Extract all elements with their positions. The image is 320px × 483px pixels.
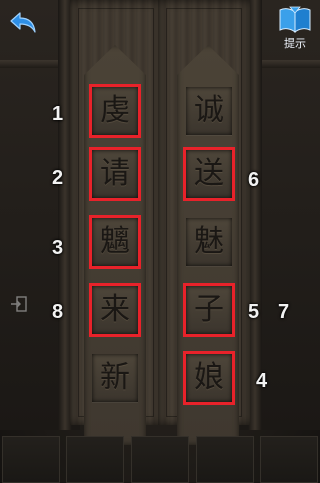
right-tile-4[interactable]: 子 <box>183 283 235 337</box>
book-icon <box>279 6 311 34</box>
left-tile-4[interactable]: 来 <box>89 283 141 337</box>
order-number: 6 <box>248 169 260 191</box>
answer-slot[interactable] <box>196 436 254 483</box>
tile-character: 娘 <box>194 360 224 395</box>
hint-label: 提示 <box>284 37 306 50</box>
hint-button[interactable]: 提示 <box>276 4 314 50</box>
answer-slot[interactable] <box>66 436 124 483</box>
right-tile-5[interactable]: 娘 <box>183 351 235 405</box>
tile-character: 新 <box>100 360 130 395</box>
back-arrow-icon <box>10 12 36 33</box>
right-tile-2[interactable]: 送 <box>183 147 235 201</box>
exit-door-icon <box>11 296 27 312</box>
order-number: 4 <box>256 370 268 392</box>
order-number: 3 <box>52 237 64 259</box>
order-number: 1 <box>52 103 64 125</box>
order-number: 2 <box>52 167 64 189</box>
answer-slot[interactable] <box>2 436 60 483</box>
tile-character: 来 <box>100 292 130 327</box>
answer-slot[interactable] <box>131 436 189 483</box>
tile-character: 子 <box>194 292 224 327</box>
order-number: 7 <box>278 301 290 323</box>
tile-character: 诚 <box>194 93 224 128</box>
tile-character: 魑 <box>100 224 130 259</box>
order-number: 8 <box>52 301 64 323</box>
back-button[interactable] <box>8 10 38 36</box>
answer-slot[interactable] <box>260 436 318 483</box>
tile-character: 送 <box>194 156 224 191</box>
left-tile-3[interactable]: 魑 <box>89 215 141 269</box>
left-tile-1[interactable]: 虔 <box>89 84 141 138</box>
right-tile-3[interactable]: 魅 <box>186 218 232 266</box>
exit-button[interactable] <box>10 296 28 312</box>
tile-character: 虔 <box>100 93 130 128</box>
left-tile-5[interactable]: 新 <box>92 354 138 402</box>
tile-character: 请 <box>100 156 130 191</box>
tile-character: 魅 <box>194 224 224 259</box>
right-door-post <box>248 0 262 430</box>
game-scene: 虔 请 魑 来 新 诚 送 魅 子 娘 1 2 3 8 6 5 7 4 提示 <box>0 0 320 483</box>
left-tile-2[interactable]: 请 <box>89 147 141 201</box>
right-tile-1[interactable]: 诚 <box>186 87 232 135</box>
order-number: 5 <box>248 301 260 323</box>
